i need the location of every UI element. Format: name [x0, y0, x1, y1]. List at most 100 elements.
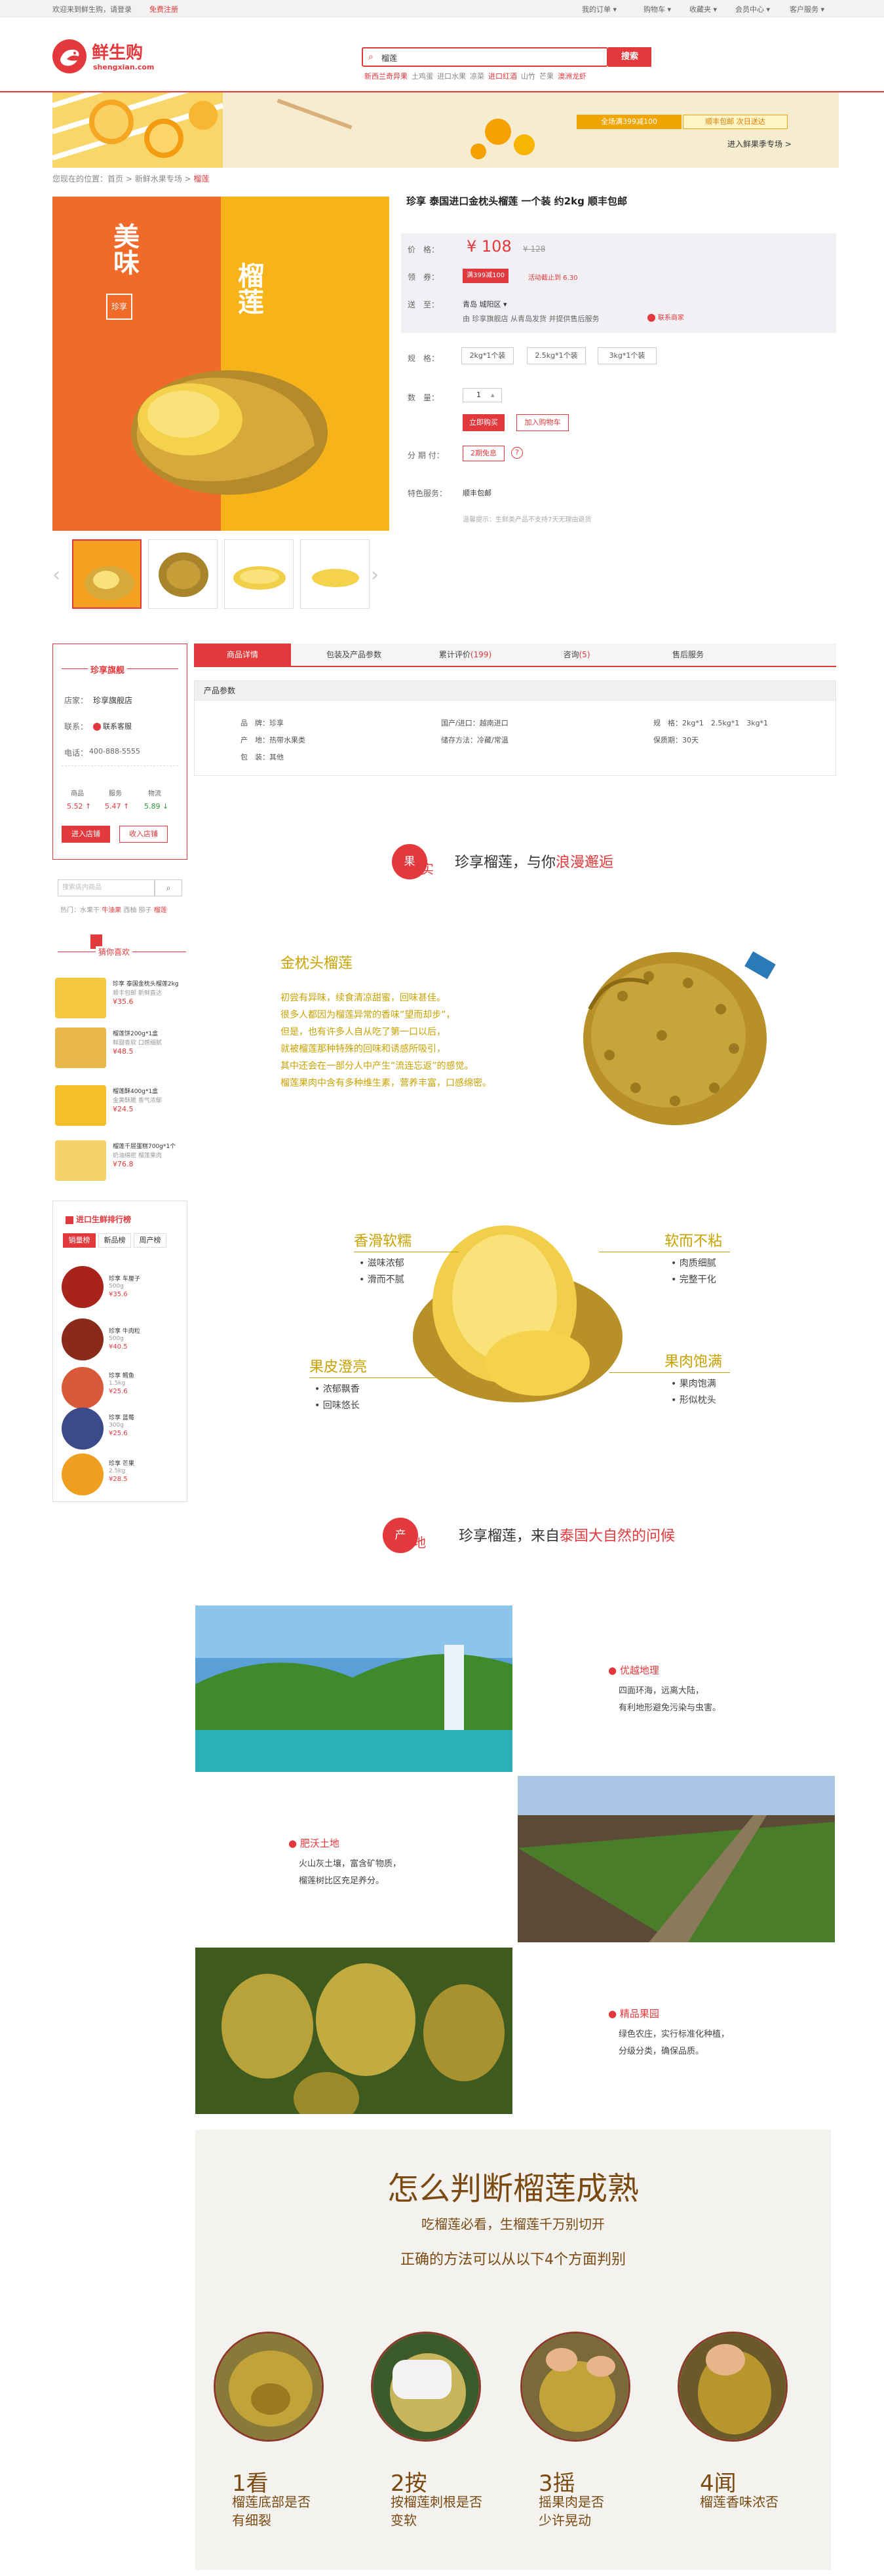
hot-word[interactable]: 芒果	[539, 72, 554, 81]
durian-image	[583, 951, 776, 1125]
hot-word[interactable]: 新西兰奇异果	[364, 72, 408, 81]
breadcrumb-home[interactable]: 首页	[107, 174, 123, 183]
product-thumbnail[interactable]	[62, 1266, 104, 1308]
search-input[interactable]: ⌕ 榴莲	[362, 47, 608, 67]
my-order-menu[interactable]: 我的订单 ▾	[582, 4, 617, 14]
product-thumbnail[interactable]	[62, 1367, 104, 1409]
ship-location-select[interactable]: 青岛 城阳区 ▾	[463, 299, 507, 309]
step-text: 榴莲底部是否 有细裂	[232, 2494, 311, 2528]
spec-option[interactable]: 3kg*1个装	[598, 347, 657, 364]
divider	[309, 1377, 440, 1378]
shop-search-input[interactable]: 搜索店内商品	[58, 879, 155, 896]
hot-word[interactable]: 牛油果	[102, 907, 121, 914]
product-main-image[interactable]: 美味 珍享 榴莲	[52, 197, 389, 531]
hot-word[interactable]: 山竹	[521, 72, 535, 81]
tab-consult[interactable]: 咨询(5)	[528, 644, 625, 666]
product-thumbnail	[55, 1085, 106, 1126]
welcome-text: 欢迎来到鲜生购，请登录	[52, 5, 132, 14]
tab-rank-week[interactable]: 周产榜	[134, 1233, 166, 1248]
service-menu[interactable]: 客户服务 ▾	[790, 4, 824, 14]
hot-word[interactable]: 榴莲	[154, 907, 167, 914]
hot-word[interactable]: 水果干	[80, 907, 100, 914]
logo-text[interactable]: 鲜生购	[92, 39, 143, 64]
breadcrumb-category[interactable]: 新鲜水果专场	[135, 174, 182, 183]
judge-step-image	[678, 2332, 788, 2442]
service-text: 顺丰包邮	[463, 489, 491, 497]
judge-step-image	[371, 2332, 481, 2442]
tab-rank-new[interactable]: 新品榜	[98, 1233, 131, 1248]
favorite-shop-button[interactable]: 收入店铺	[119, 826, 168, 843]
judge-step-image	[520, 2332, 630, 2442]
thumbnail[interactable]	[224, 539, 294, 609]
thumbnail[interactable]	[148, 539, 218, 609]
product-thumbnail[interactable]	[62, 1318, 104, 1360]
thumb-next-arrow[interactable]: ›	[371, 564, 379, 586]
enter-shop-button[interactable]: 进入店铺	[62, 826, 110, 843]
hot-search-words: 新西兰奇异果 土鸡蛋 进口水果 凉菜 进口红酒 山竹 芒果 澳洲龙虾	[364, 71, 590, 81]
feature-list: • 浓郁飘香 • 回味悠长	[315, 1384, 360, 1411]
tab-reviews[interactable]: 累计评价(199)	[417, 644, 514, 666]
rank-icon	[66, 1216, 73, 1224]
product-thumbnail	[55, 1028, 106, 1068]
spec-option[interactable]: 2.5kg*1个装	[527, 347, 586, 364]
product-thumbnail[interactable]	[62, 1453, 104, 1495]
score-goods: 5.52 ↑	[67, 802, 92, 811]
judge-step-image	[214, 2332, 324, 2442]
logo-icon[interactable]	[52, 39, 86, 73]
hot-word[interactable]: 凉菜	[470, 72, 484, 81]
promo-banner[interactable]: 全场满399减100 顺丰包邮 次日送达 进入鲜果季专场 >	[52, 92, 839, 168]
params-table: 产品参数 品 牌：珍享 国产/进口：越南进口 规 格：2kg*1 2.5kg*1…	[194, 680, 836, 776]
coupon-badge[interactable]: 满399减100	[463, 269, 509, 283]
tab-params[interactable]: 包装及产品参数	[305, 644, 402, 666]
promo-ship-badge: 顺丰包邮 次日送达	[683, 115, 788, 129]
origin-text: 四面环海，远离大陆， 有利地形避免污染与虫害。	[619, 1686, 721, 1713]
tab-after-sales[interactable]: 售后服务	[640, 644, 737, 666]
banner-fruit-image	[52, 92, 535, 168]
favorites-menu[interactable]: 收藏夹 ▾	[689, 4, 717, 14]
tab-rank-sales[interactable]: 销量榜	[63, 1233, 96, 1248]
section-title: 珍享榴莲，来自泰国大自然的问候	[459, 1528, 676, 1545]
hot-word[interactable]: 进口红酒	[488, 72, 517, 81]
shop-title: 珍享旗舰	[88, 663, 128, 676]
spec-option[interactable]: 2kg*1个装	[461, 347, 514, 364]
hot-word[interactable]: 土鸡蛋	[412, 72, 433, 81]
promo-full-badge: 全场满399减100	[577, 115, 682, 129]
feature-list: • 果肉饱满 • 形似枕头	[671, 1379, 716, 1406]
banner-link[interactable]: 进入鲜果季专场 >	[727, 138, 792, 149]
list-item[interactable]: 榴莲酥400g*1盒 金黄酥脆 香气浓郁 ¥24.5	[55, 1085, 186, 1132]
cart-menu[interactable]: 购物车 ▾	[644, 4, 671, 14]
add-cart-button[interactable]: 加入购物车	[516, 414, 569, 431]
divider	[609, 1372, 730, 1373]
help-icon[interactable]: ?	[511, 447, 523, 459]
origin-title: ● 精品果园	[608, 2008, 659, 2020]
product-price: ¥ 108	[467, 237, 512, 256]
member-menu[interactable]: 会员中心 ▾	[735, 4, 770, 14]
hot-word[interactable]: 猕子	[139, 907, 152, 914]
hot-word[interactable]: 西柚	[123, 907, 136, 914]
origin-title: ● 优越地理	[608, 1664, 659, 1676]
search-icon[interactable]: ⌕	[155, 879, 182, 896]
thumbnail[interactable]	[72, 539, 142, 609]
score-service: 5.47 ↑	[105, 802, 130, 811]
product-thumbnail[interactable]	[62, 1408, 104, 1450]
list-item[interactable]: 榴莲饼200g*1盒 鲜甜香软 口感细腻 ¥48.5	[55, 1028, 186, 1075]
buy-now-button[interactable]: 立即购买	[463, 414, 505, 431]
score-logistics: 5.89 ↓	[144, 802, 169, 811]
tab-detail[interactable]: 商品详情	[194, 644, 291, 666]
shop-name[interactable]: 珍享旗舰店	[93, 695, 132, 706]
hot-word[interactable]: 澳洲龙虾	[558, 72, 586, 81]
contact-service-link[interactable]: 联系客服	[93, 721, 132, 731]
register-link[interactable]: 免费注册	[149, 4, 178, 14]
list-item[interactable]: 榴莲千层蛋糕700g*1个 奶油绵密 榴莲果肉 ¥76.8	[55, 1140, 186, 1187]
thumbnail[interactable]	[300, 539, 370, 609]
image-text-left: 美味	[109, 223, 139, 275]
quantity-stepper[interactable]: 1 ▴	[463, 388, 502, 402]
hot-word[interactable]: 进口水果	[437, 72, 466, 81]
installment-button[interactable]: 2期免息	[463, 446, 505, 461]
contact-seller-link[interactable]: 联系商家	[647, 312, 684, 322]
list-item[interactable]: 珍享 泰国金枕头榴莲2kg 顺丰包邮 新鲜直达 ¥35.6	[55, 978, 186, 1025]
jz-description: 初尝有异味，续食清凉甜蜜，回味甚佳。 很多人都因为榴莲异常的香味”望而却步”， 但是…	[280, 993, 491, 1088]
waterfall-photo	[195, 1605, 512, 1772]
thumb-prev-arrow[interactable]: ‹	[52, 564, 60, 586]
search-button[interactable]: 搜索	[608, 47, 651, 67]
